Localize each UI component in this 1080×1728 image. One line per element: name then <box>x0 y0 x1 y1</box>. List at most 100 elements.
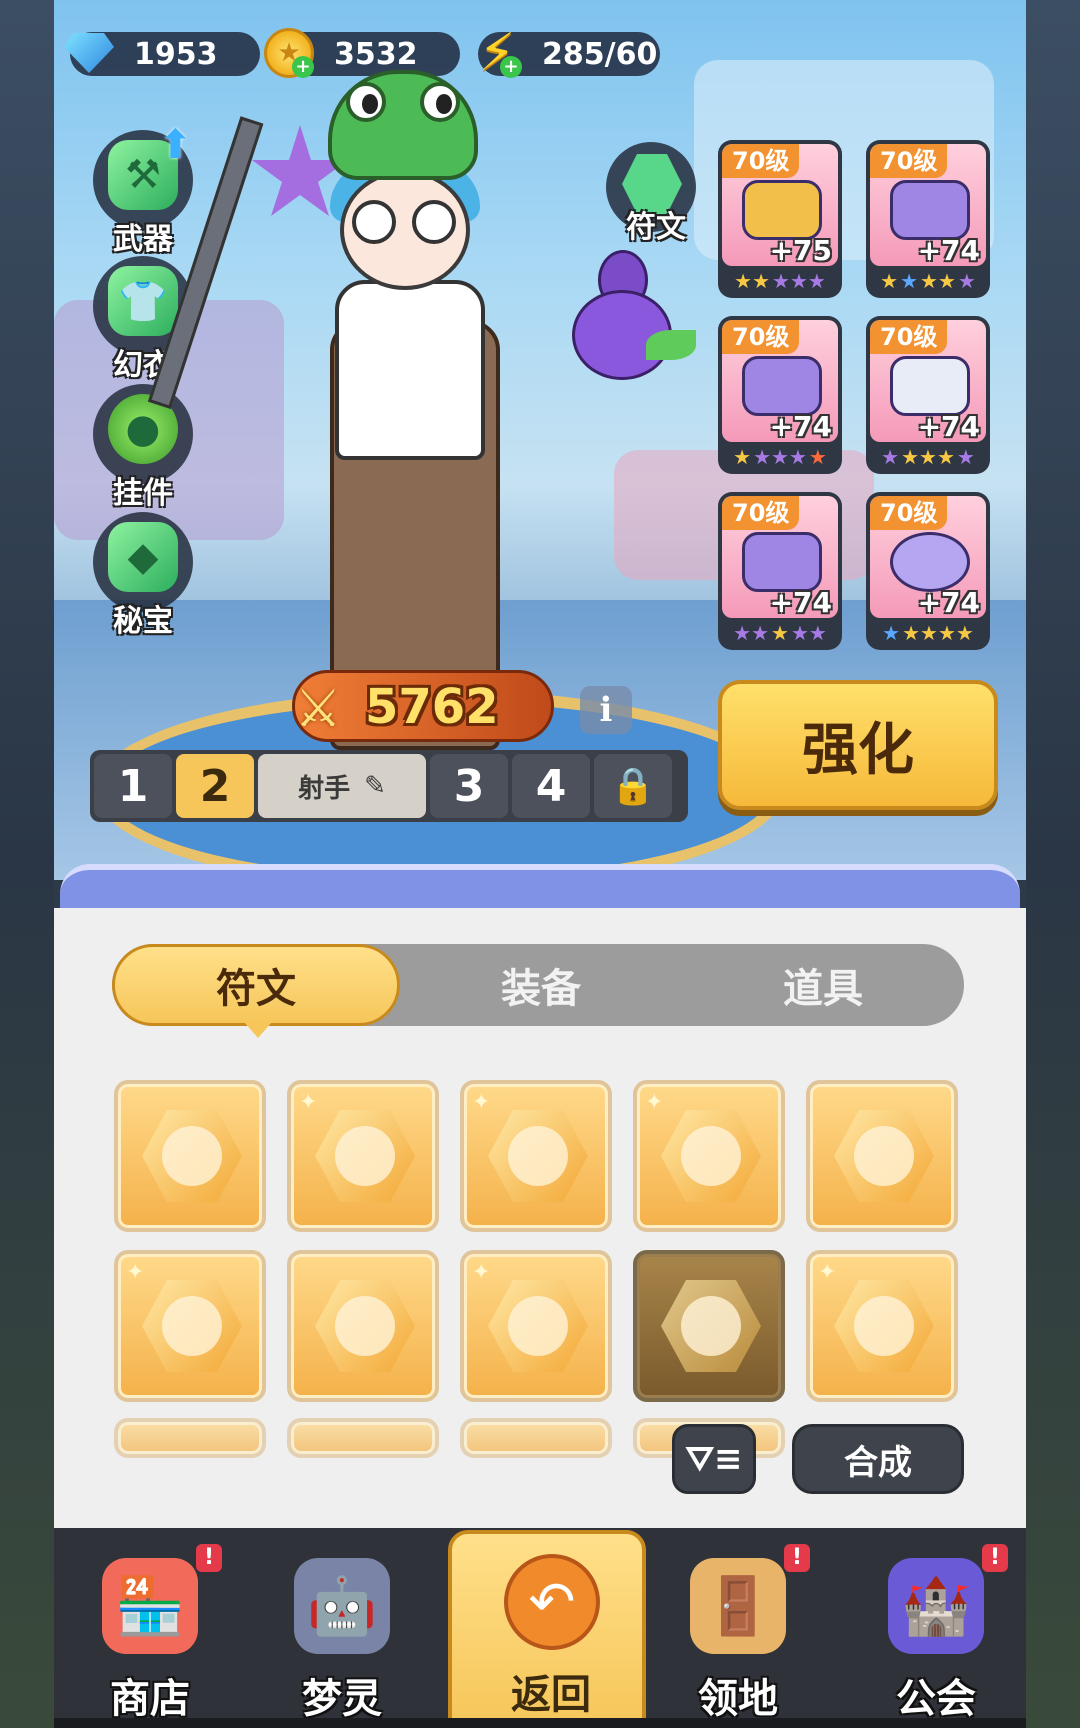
menu-weapon[interactable]: ⚒ ⬆ 武器 <box>88 122 198 257</box>
rune-item[interactable]: ✦ <box>287 1080 439 1232</box>
rune-item[interactable] <box>287 1418 439 1458</box>
lock-icon[interactable]: 🔒 <box>594 754 672 818</box>
filter-button[interactable]: ⛛≡ <box>672 1424 756 1494</box>
preset-2[interactable]: 2 <box>176 754 254 818</box>
nav-spirit[interactable]: 🤖 梦灵 <box>252 1538 432 1728</box>
tab-equipment[interactable]: 装备 <box>400 944 682 1026</box>
equip-level: 70级 <box>870 144 948 178</box>
territory-icon: 🚪 <box>690 1558 786 1654</box>
equip-stars: ★★★★★ <box>733 445 827 469</box>
rune-item[interactable]: ✦ <box>460 1250 612 1402</box>
preset-role[interactable]: 射手 ✎ <box>258 754 426 818</box>
merge-button[interactable]: 合成 <box>792 1424 964 1494</box>
treasure-icon: ◆ <box>108 522 178 592</box>
right-backdrop <box>1026 0 1080 1728</box>
rune-item[interactable]: ✦ <box>114 1250 266 1402</box>
bracer-icon <box>742 356 822 416</box>
combat-power-value: 5762 <box>365 679 499 735</box>
loadout-presets: 1 2 射手 ✎ 3 4 🔒 <box>90 750 688 822</box>
equip-level: 70级 <box>870 320 948 354</box>
rune-item[interactable]: ✦ <box>460 1080 612 1232</box>
equipment-slot-boots[interactable]: 70级 +74 ★★ ★ ★★ <box>718 492 842 650</box>
equip-level: 70级 <box>722 496 800 530</box>
equip-level: 70级 <box>722 320 800 354</box>
nav-spirit-label: 梦灵 <box>302 1676 382 1722</box>
gourd-icon[interactable] <box>566 250 696 380</box>
edit-icon: ✎ <box>364 771 386 801</box>
equip-stars: ★★★★★ <box>880 269 976 293</box>
notification-badge: ! <box>982 1544 1008 1572</box>
shirt <box>335 280 485 460</box>
equip-bonus: +75 <box>769 234 832 266</box>
equip-stars: ★★★★★ <box>733 621 827 645</box>
spirit-icon: 🤖 <box>294 1558 390 1654</box>
enhance-button[interactable]: 强化 <box>718 680 998 810</box>
costume-icon: 👕 <box>108 266 178 336</box>
nav-territory[interactable]: 🚪 ! 领地 <box>648 1538 828 1728</box>
equip-stars: ★★★★★ <box>734 269 826 293</box>
info-button[interactable]: i <box>580 686 632 734</box>
nav-shop-label: 商店 <box>110 1676 190 1722</box>
orb-icon <box>890 532 970 592</box>
rune-item[interactable] <box>460 1418 612 1458</box>
equip-bonus: +74 <box>917 410 980 442</box>
tab-pointer <box>244 1022 272 1038</box>
tab-items[interactable]: 道具 <box>682 944 964 1026</box>
tab-runes[interactable]: 符文 <box>112 944 400 1026</box>
combat-power: ⚔ 5762 <box>292 670 554 742</box>
equipment-slot-armor[interactable]: 70级 +74 ★ ★ ★★ ★ <box>866 140 990 298</box>
upgrade-arrow-icon: ⬆ <box>158 122 192 168</box>
nav-guild[interactable]: 🏰 ! 公会 <box>846 1538 1026 1728</box>
equipment-slot-helmet[interactable]: 70级 +75 ★★ ★★★ <box>718 140 842 298</box>
rune-item[interactable] <box>287 1250 439 1402</box>
guild-icon: 🏰 <box>888 1558 984 1654</box>
menu-treasure-label: 秘宝 <box>113 604 173 639</box>
equipment-slot-orb[interactable]: 70级 +74 ★ ★★★★ <box>866 492 990 650</box>
left-backdrop <box>0 0 54 1728</box>
gem-counter[interactable]: 1953 <box>64 32 260 76</box>
back-icon: ↶ <box>504 1554 600 1650</box>
filter-icon: ⛛≡ <box>685 1439 743 1479</box>
nav-territory-label: 领地 <box>698 1676 778 1722</box>
rune-item[interactable] <box>114 1418 266 1458</box>
rune-item[interactable] <box>806 1080 958 1232</box>
preset-4[interactable]: 4 <box>512 754 590 818</box>
preset-1[interactable]: 1 <box>94 754 172 818</box>
glasses <box>352 200 462 244</box>
rune-item[interactable]: ✦ <box>806 1250 958 1402</box>
nav-shop[interactable]: 🏪 ! 商店 <box>60 1538 240 1728</box>
equip-bonus: +74 <box>917 234 980 266</box>
preset-3[interactable]: 3 <box>430 754 508 818</box>
game-screen: 1953 ★ + 3532 ⚡ + 285/60 ⚒ ⬆ 武器 👕 幻衣 ● 挂件 … <box>0 0 1080 1728</box>
pants-icon <box>890 356 970 416</box>
inventory-tabs: 符文 装备 道具 <box>112 944 964 1026</box>
armor-icon <box>890 180 970 240</box>
gem-icon <box>60 24 118 82</box>
notification-badge: ! <box>784 1544 810 1572</box>
equipment-slot-pants[interactable]: 70级 +74 ★ ★★★ ★ <box>866 316 990 474</box>
nav-guild-label: 公会 <box>896 1676 976 1722</box>
preset-role-label: 射手 <box>298 773 351 804</box>
rune-slot-label: 符文 <box>626 210 686 245</box>
equip-bonus: +74 <box>917 586 980 618</box>
boots-icon <box>742 532 822 592</box>
equip-bonus: +74 <box>769 586 832 618</box>
rune-slot[interactable]: 符文 <box>606 142 706 245</box>
equipment-slot-bracer[interactable]: 70级 +74 ★ ★★★ ★ <box>718 316 842 474</box>
rune-item[interactable]: ✦ <box>633 1080 785 1232</box>
notification-badge: ! <box>196 1544 222 1572</box>
menu-pendant[interactable]: ● 挂件 <box>88 384 198 511</box>
equip-stars: ★★★★★ <box>882 621 974 645</box>
helmet-icon <box>742 180 822 240</box>
menu-weapon-label: 武器 <box>113 222 173 257</box>
rune-item-selected[interactable] <box>633 1250 785 1402</box>
nav-back[interactable]: ↶ 返回 <box>448 1530 646 1728</box>
shop-icon: 🏪 <box>102 1558 198 1654</box>
frog-hat <box>328 70 478 180</box>
menu-treasure[interactable]: ◆ 秘宝 <box>88 512 198 639</box>
equip-bonus: +74 <box>769 410 832 442</box>
equip-level: 70级 <box>722 144 800 178</box>
rune-item[interactable] <box>114 1080 266 1232</box>
nav-back-label: 返回 <box>511 1672 591 1718</box>
equip-stars: ★★★★★ <box>881 445 975 469</box>
